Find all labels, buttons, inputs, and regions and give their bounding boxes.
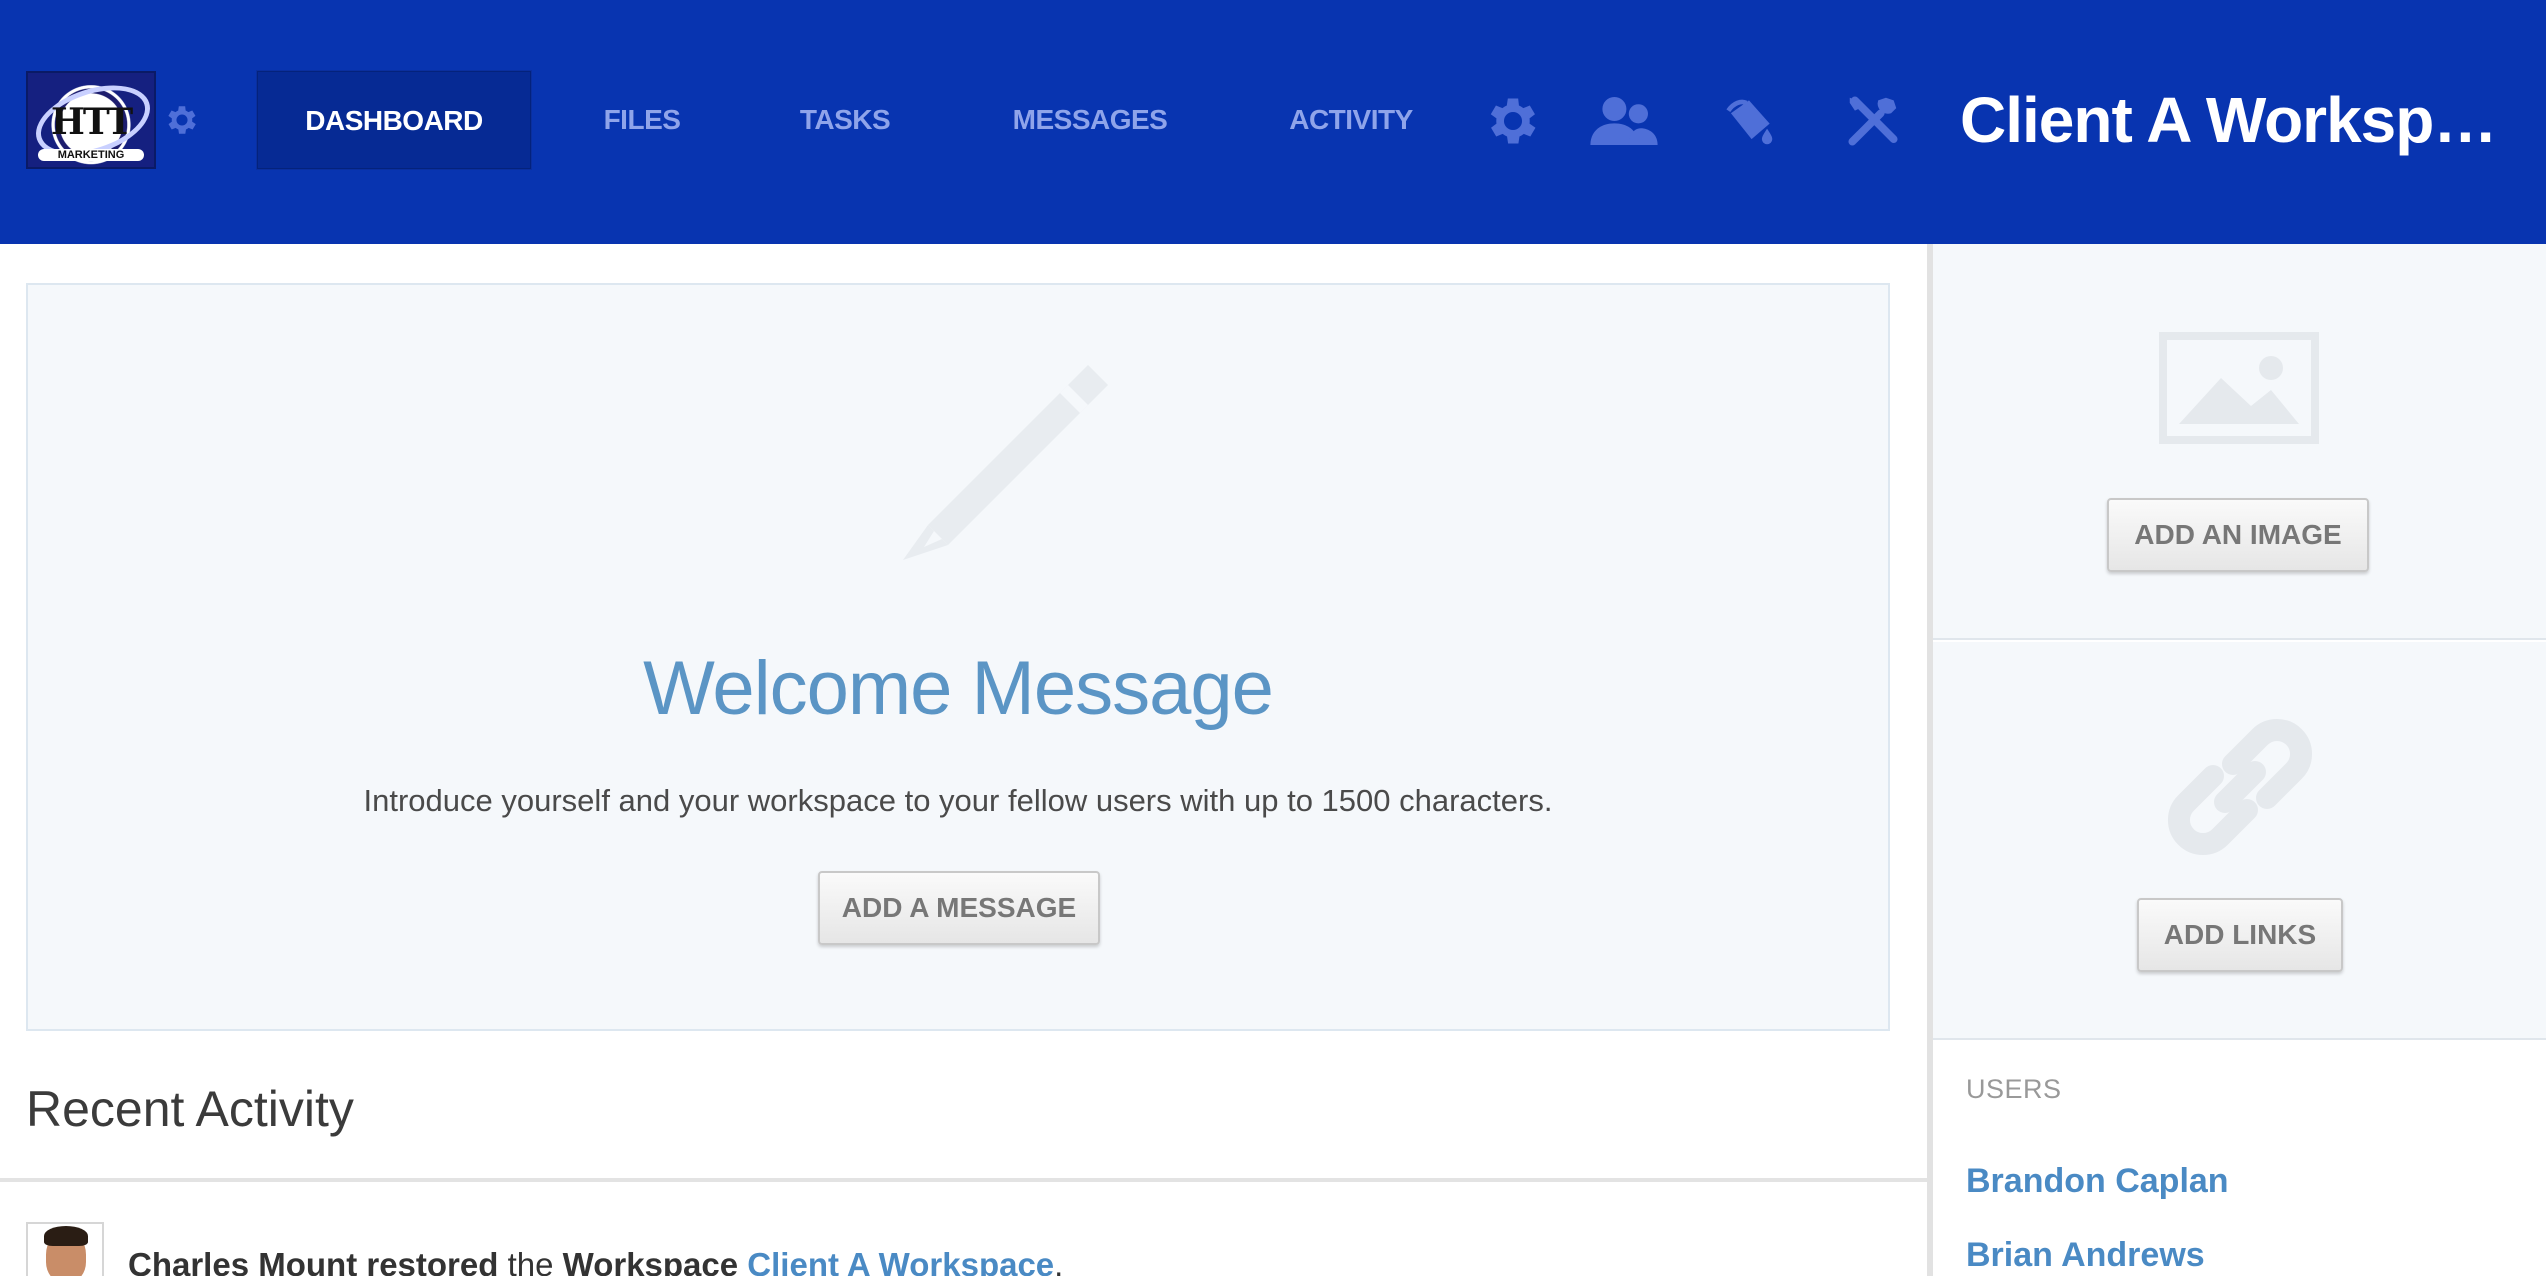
logo-subtext: MARKETING [38,149,144,161]
workspace-app: HTT MARKETING DASHBOARD FILES TASKS MESS… [0,0,2546,1276]
nav-tab-activity[interactable]: ACTIVITY [1268,70,1434,170]
welcome-title: Welcome Message [643,646,1274,731]
users-icon[interactable] [1588,90,1660,152]
tools-icon[interactable] [1842,90,1904,152]
image-placeholder-icon [2159,332,2319,444]
activity-connector: the [507,1246,554,1276]
avatar[interactable] [26,1222,104,1276]
top-navigation-bar: HTT MARKETING DASHBOARD FILES TASKS MESS… [0,0,2546,244]
nav-tab-files[interactable]: FILES [572,70,712,170]
logo-settings-gear-icon[interactable] [163,101,201,139]
nav-tab-messages[interactable]: MESSAGES [990,70,1190,170]
add-image-button[interactable]: ADD AN IMAGE [2107,498,2369,572]
activity-list-item: Charles Mount restored the Workspace Cli… [0,1182,1927,1276]
paint-bucket-icon[interactable] [1718,90,1780,152]
activity-object-type: Workspace [562,1246,739,1276]
pencil-icon [903,365,1108,560]
nav-tab-tasks[interactable]: TASKS [770,70,920,170]
recent-activity-heading: Recent Activity [26,1081,354,1137]
users-section-label: USERS [1966,1074,2062,1104]
activity-text: Charles Mount restored the Workspace Cli… [128,1246,1063,1276]
company-logo[interactable]: HTT MARKETING [26,71,156,169]
dashboard-main: Welcome Message Introduce yourself and y… [0,244,1927,1276]
activity-action: restored [366,1246,499,1276]
nav-tab-dashboard[interactable]: DASHBOARD [256,70,532,170]
gear-icon[interactable] [1482,90,1544,152]
activity-actor[interactable]: Charles Mount [128,1246,357,1276]
add-message-button[interactable]: ADD A MESSAGE [818,871,1100,945]
workspace-links-panel: ADD LINKS [1933,642,2546,1040]
link-chain-icon [2167,718,2313,856]
workspace-image-panel: ADD AN IMAGE [1933,244,2546,640]
activity-object-link[interactable]: Client A Workspace [747,1246,1054,1276]
user-link-brian-andrews[interactable]: Brian Andrews [1966,1236,2205,1275]
add-links-button[interactable]: ADD LINKS [2137,898,2343,972]
user-link-brandon-caplan[interactable]: Brandon Caplan [1966,1162,2229,1201]
welcome-message-panel: Welcome Message Introduce yourself and y… [26,283,1890,1031]
activity-punctuation: . [1054,1246,1064,1276]
workspace-title: Client A Worksp… [1960,84,2497,156]
welcome-description: Introduce yourself and your workspace to… [363,783,1553,818]
logo-text: HTT [50,101,133,143]
right-sidebar: ADD AN IMAGE ADD LINKS USERS Brandon Cap… [1933,244,2546,1276]
